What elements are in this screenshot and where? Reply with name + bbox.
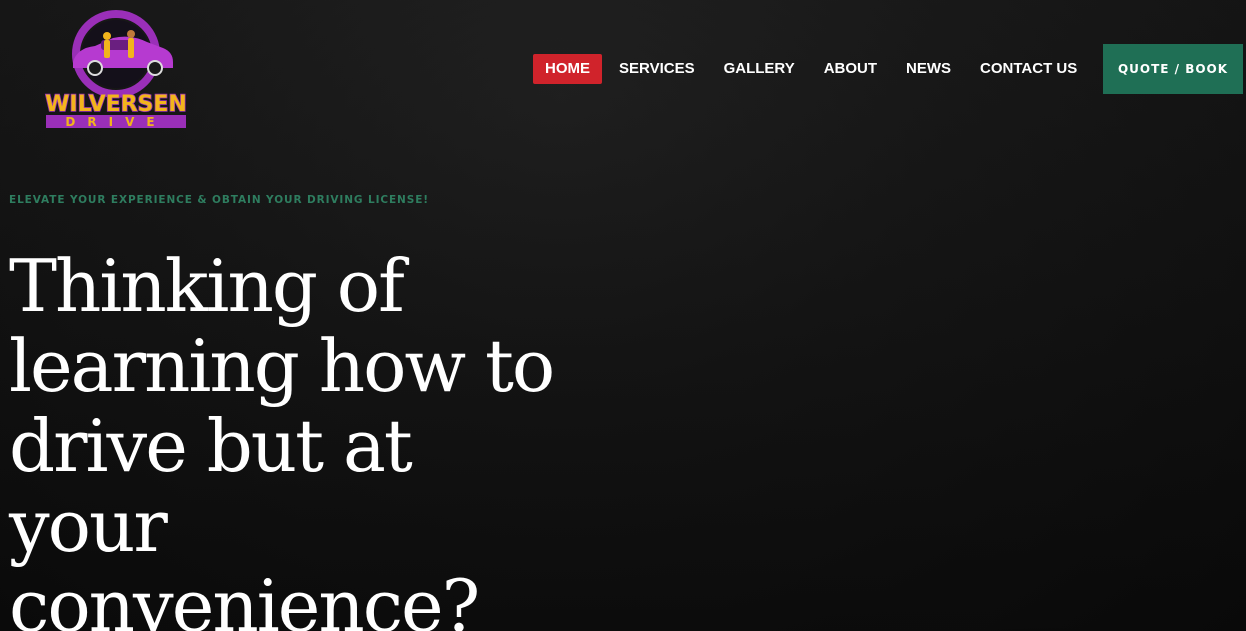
logo-subword: DRIVE — [65, 115, 166, 129]
hero-headline: Thinking of learning how to drive but at… — [9, 246, 569, 631]
headline-line: convenience? — [9, 564, 480, 631]
headline-line: learning how to — [9, 324, 555, 408]
logo-wordmark: WILVERSEN — [45, 92, 187, 117]
nav-contact-us[interactable]: CONTACT US — [968, 54, 1089, 84]
site-logo[interactable]: WILVERSEN DRIVE — [43, 8, 189, 132]
headline-line: drive but at your — [9, 404, 413, 568]
nav-news[interactable]: NEWS — [894, 54, 963, 84]
headline-line: Thinking of — [9, 244, 405, 328]
nav-services[interactable]: SERVICES — [607, 54, 707, 84]
quote-book-button[interactable]: QUOTE / BOOK — [1103, 44, 1243, 94]
nav-gallery[interactable]: GALLERY — [712, 54, 807, 84]
logo-image: WILVERSEN DRIVE — [44, 10, 188, 129]
nav-about[interactable]: ABOUT — [812, 54, 889, 84]
main-navigation: HOME SERVICES GALLERY ABOUT NEWS CONTACT… — [533, 54, 1094, 84]
hero-eyebrow: ELEVATE YOUR EXPERIENCE & OBTAIN YOUR DR… — [9, 194, 429, 206]
nav-home[interactable]: HOME — [533, 54, 602, 84]
